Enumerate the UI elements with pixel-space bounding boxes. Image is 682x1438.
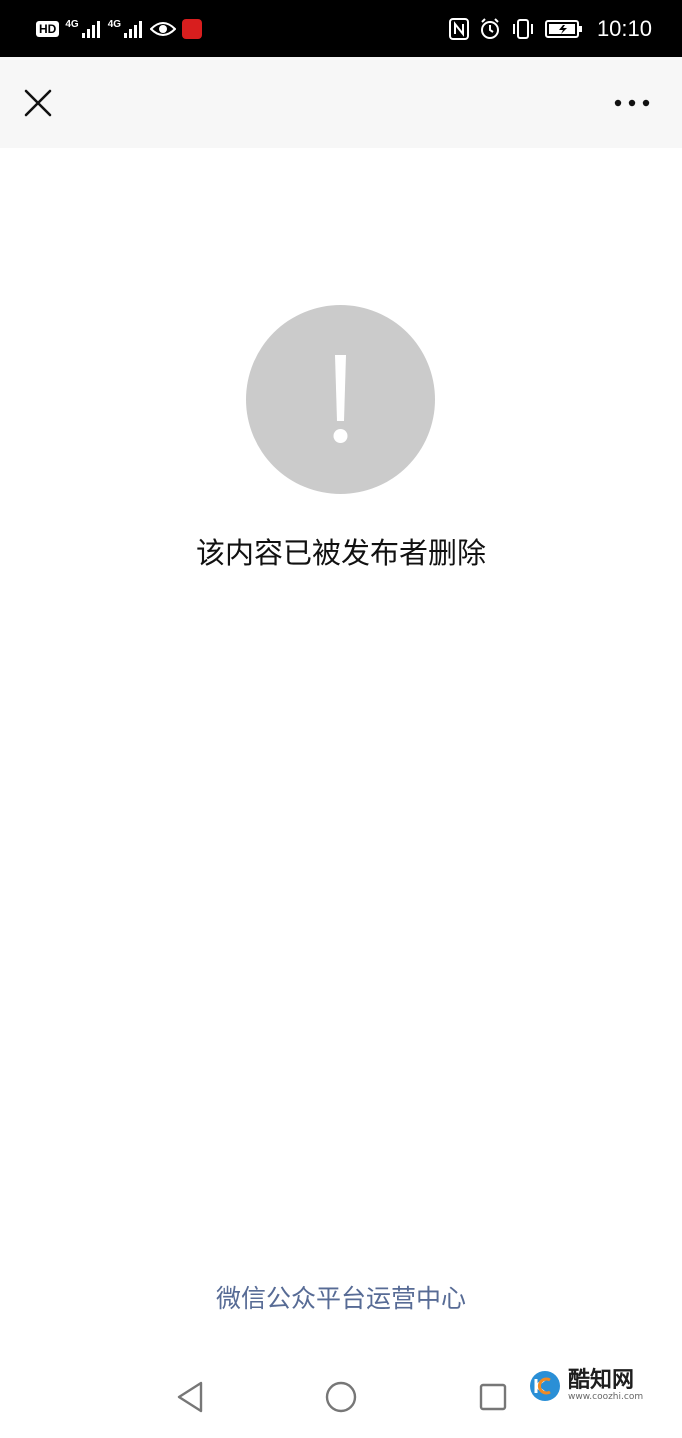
network-label-1: 4G <box>65 19 79 30</box>
signal-bars-icon <box>124 21 143 38</box>
watermark-brand: 酷知网 <box>568 1368 635 1393</box>
hd-icon: HD <box>36 21 60 37</box>
alarm-icon <box>480 18 499 39</box>
recents-square-icon <box>479 1383 507 1411</box>
recents-button[interactable] <box>473 1377 513 1417</box>
more-icon <box>614 99 650 107</box>
vibrate-icon <box>512 19 533 39</box>
status-right: 10:10 <box>448 14 652 44</box>
status-left: HD 4G 4G <box>36 14 203 44</box>
back-button[interactable] <box>170 1377 210 1417</box>
status-bar: HD 4G 4G 10:10 <box>0 0 682 57</box>
deleted-message: 该内容已被发布者删除 <box>195 536 486 570</box>
top-nav-bar <box>0 57 682 148</box>
home-circle-icon <box>325 1381 357 1413</box>
back-triangle-icon <box>177 1381 203 1413</box>
nfc-icon <box>448 18 469 40</box>
alert-circle <box>246 305 435 494</box>
status-time: 10:10 <box>596 16 652 41</box>
home-button[interactable] <box>321 1377 361 1417</box>
signal-icon-1: 4G <box>65 20 101 38</box>
network-label-2: 4G <box>107 19 122 30</box>
watermark-text: 酷知网 www.coozhi.com <box>568 1368 644 1403</box>
watermark-logo-icon <box>530 1371 560 1401</box>
battery-icon <box>544 20 582 38</box>
signal-bars-icon <box>81 21 100 38</box>
close-icon <box>24 89 52 117</box>
watermark-url: www.coozhi.com <box>568 1392 644 1402</box>
exclamation-icon <box>333 355 348 443</box>
signal-icon-2: 4G <box>108 20 144 38</box>
close-button[interactable] <box>18 83 58 123</box>
app-icon <box>182 19 203 39</box>
eye-icon <box>150 22 177 36</box>
more-options-button[interactable] <box>612 83 652 123</box>
watermark: 酷知网 www.coozhi.com <box>520 1362 656 1410</box>
wechat-platform-link[interactable]: 微信公众平台运营中心 <box>0 1280 682 1318</box>
